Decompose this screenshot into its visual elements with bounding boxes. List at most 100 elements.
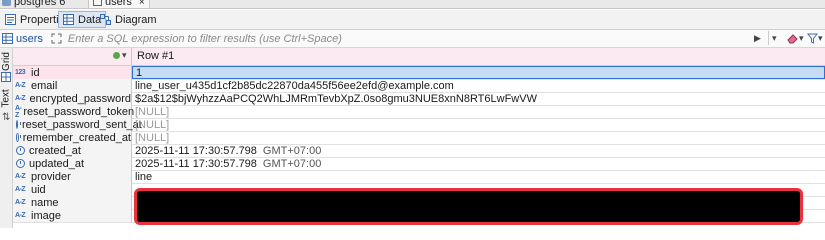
value-cell[interactable]: line (132, 170, 825, 183)
cell-value: [NULL] (135, 105, 170, 118)
text-type-icon: A-Z (15, 199, 26, 206)
expand-icon[interactable] (51, 33, 62, 44)
column-name: email (31, 79, 58, 92)
text-mode-icon: ⇅ (2, 112, 11, 123)
column-name-cell[interactable]: remember_created_at (13, 131, 132, 144)
column-name-cell[interactable]: A-Z provider (13, 170, 132, 183)
grid-header: ▾ Row #1 (13, 48, 825, 66)
editor-tab-label: users (105, 0, 132, 8)
filter-bar: users Enter a SQL expression to filter r… (0, 30, 825, 48)
grid-tab-label: Grid (0, 51, 12, 71)
sub-tab-bar: Properties Data Diagram (0, 10, 825, 30)
column-name: image (31, 209, 61, 222)
column-name: encrypted_password (29, 92, 131, 105)
cell-value: 2025-11-11 17:30:57.798 (135, 144, 257, 157)
cell-value: 2025-11-11 17:30:57.798 (135, 157, 257, 170)
record-row-email[interactable]: A-Z email line_user_u435d1cf2b85dc22870da4… (13, 79, 825, 93)
filter-dropdown-icon[interactable]: ▾ (818, 33, 823, 44)
cell-value: 1 (136, 66, 143, 79)
value-cell[interactable]: 2025-11-11 17:30:57.798 GMT+07:00 (132, 144, 825, 157)
text-type-icon: A-Z (15, 104, 22, 119)
editor-tab-postgres[interactable]: postgres 6 (2, 0, 65, 8)
timestamp-type-icon (16, 146, 25, 155)
close-icon[interactable]: × (139, 0, 145, 8)
record-row-reset-password-sent-at[interactable]: reset_password_sent_at [NULL] (13, 118, 825, 132)
column-name: uid (31, 183, 46, 196)
column-name: reset_password_token (23, 105, 135, 118)
diagram-icon (100, 14, 111, 25)
cell-value: line_user_u435d1cf2b85dc22870da455f56ee2… (135, 79, 454, 92)
value-cell[interactable]: 1 (132, 66, 825, 79)
column-name: reset_password_sent_at (22, 118, 142, 131)
column-name-cell[interactable]: A-Z name (13, 196, 132, 209)
column-name-cell[interactable]: A-Z email (13, 79, 132, 92)
value-cell[interactable]: [NULL] (132, 118, 825, 131)
value-cell[interactable]: 2025-11-11 17:30:57.798 GMT+07:00 (132, 157, 825, 170)
record-row-provider[interactable]: A-Z provider line (13, 170, 825, 184)
tab-label: Diagram (115, 13, 157, 26)
column-name-cell[interactable]: reset_password_sent_at (13, 118, 142, 131)
value-cell[interactable]: $2a$12$bjWyhzzAaPCQ2WhLJMRmTevbXpZ.0so8g… (132, 92, 825, 105)
record-row-created-at[interactable]: created_at 2025-11-11 17:30:57.798 GMT+07:… (13, 144, 825, 158)
value-cell[interactable]: line_user_u435d1cf2b85dc22870da455f56ee2… (132, 79, 825, 92)
editor-tab-users[interactable]: users × (88, 0, 150, 8)
column-name-cell[interactable]: A-Z image (13, 209, 132, 222)
record-row-reset-password-token[interactable]: A-Z reset_password_token [NULL] (13, 105, 825, 119)
column-name-cell[interactable]: A-Z uid (13, 183, 132, 196)
grid-corner: ▾ (13, 48, 132, 65)
editor-tab-strip: postgres 6 users × (0, 0, 825, 9)
cell-value: [NULL] (135, 131, 170, 144)
view-mode-sidebar: Grid Text ⇅ (0, 48, 13, 228)
text-tab-label: Text (0, 88, 12, 108)
column-name: created_at (29, 144, 81, 157)
record-row-remember-created-at[interactable]: remember_created_at [NULL] (13, 131, 825, 145)
column-name-cell[interactable]: 123 id (13, 66, 132, 79)
cell-value: line (135, 170, 153, 183)
table-icon (93, 0, 102, 6)
column-name: name (31, 196, 59, 209)
column-name: id (31, 66, 40, 79)
timestamp-type-icon (16, 120, 21, 129)
column-name: provider (31, 170, 71, 183)
text-type-icon: A-Z (15, 82, 26, 89)
database-icon (2, 0, 11, 6)
value-cell[interactable]: [NULL] (132, 131, 825, 144)
column-name: updated_at (29, 157, 85, 170)
cell-value: $2a$12$bjWyhzzAaPCQ2WhLJMRmTevbXpZ.0so8g… (135, 92, 537, 105)
status-dot-icon (113, 52, 120, 59)
text-type-icon: A-Z (15, 95, 26, 102)
column-menu-icon[interactable]: ▾ (122, 50, 127, 61)
column-name-cell[interactable]: created_at (13, 144, 132, 157)
tab-diagram[interactable]: Diagram (96, 11, 161, 28)
filter-table-name[interactable]: users (0, 33, 43, 45)
record-row-updated-at[interactable]: updated_at 2025-11-11 17:30:57.798 GMT+07:… (13, 157, 825, 171)
timestamp-type-icon (16, 133, 21, 142)
timezone-label: GMT+07:00 (262, 144, 322, 157)
value-cell[interactable]: [NULL] (132, 105, 825, 118)
text-type-icon: A-Z (15, 173, 26, 180)
record-row-encrypted-password[interactable]: A-Z encrypted_password $2a$12$bjWyhzzAaPCQ… (13, 92, 825, 106)
column-name-cell[interactable]: updated_at (13, 157, 132, 170)
play-icon[interactable]: ▶ (754, 33, 761, 44)
properties-icon (5, 14, 16, 25)
timezone-label: GMT+07:00 (262, 157, 322, 170)
eraser-dropdown-icon[interactable]: ▾ (799, 33, 804, 44)
filter-input[interactable]: Enter a SQL expression to filter results… (68, 33, 342, 45)
filter-icon[interactable] (807, 33, 818, 44)
tab-grid[interactable]: Grid (0, 50, 12, 72)
history-dropdown-icon[interactable]: ▾ (772, 33, 777, 44)
tab-text[interactable]: Text (0, 86, 12, 110)
column-name-cell[interactable]: A-Z reset_password_token (13, 104, 135, 119)
table-name-label: users (16, 32, 43, 45)
text-type-icon: A-Z (15, 186, 26, 193)
cell-value: [NULL] (135, 118, 170, 131)
numeric-type-icon: 123 (15, 69, 26, 76)
table-icon (63, 14, 74, 25)
record-row-id[interactable]: 123 id 1 (13, 66, 825, 80)
grid-icon (1, 72, 11, 82)
timestamp-type-icon (16, 159, 25, 168)
column-name-cell[interactable]: A-Z encrypted_password (13, 92, 132, 105)
column-name: remember_created_at (22, 131, 131, 144)
eraser-icon[interactable] (786, 33, 798, 44)
redaction-box (134, 188, 803, 225)
